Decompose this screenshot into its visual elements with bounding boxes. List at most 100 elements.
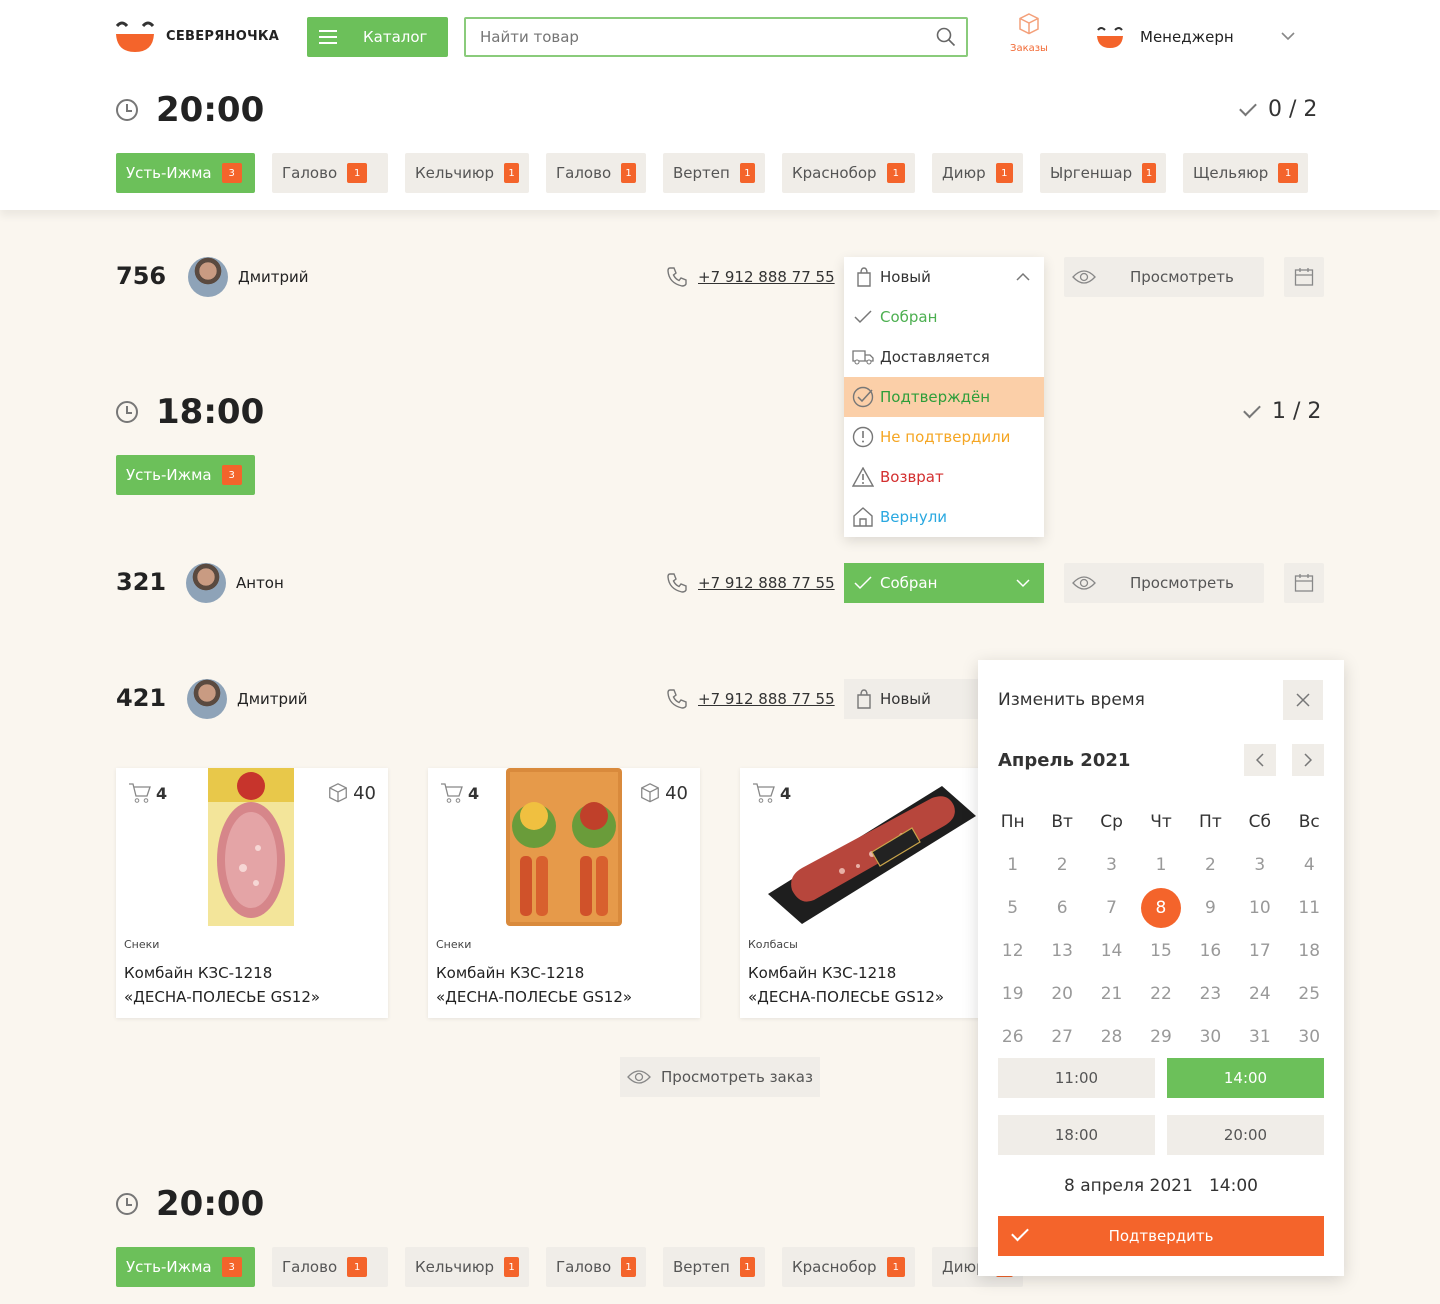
status-option-return[interactable]: Возврат (844, 457, 1044, 497)
clock-icon (116, 99, 138, 121)
calendar-day[interactable]: 27 (1037, 1027, 1086, 1047)
village-tag[interactable]: Галово 1 (272, 1247, 388, 1287)
calendar-day[interactable]: 22 (1136, 984, 1185, 1004)
village-tag[interactable]: Краснобор 1 (782, 1247, 915, 1287)
calendar-day[interactable]: 23 (1186, 984, 1235, 1004)
calendar-day[interactable]: 28 (1087, 1027, 1136, 1047)
village-tag[interactable]: Щельяюр 1 (1183, 153, 1308, 193)
confirm-button[interactable]: Подтвердить (998, 1216, 1324, 1256)
chevron-up-icon (1016, 272, 1030, 281)
village-tag[interactable]: Галово 1 (546, 153, 646, 193)
calendar-day[interactable]: 30 (1186, 1027, 1235, 1047)
calendar-day[interactable]: 29 (1136, 1027, 1185, 1047)
calendar-day[interactable]: 26 (988, 1027, 1037, 1047)
calendar-day[interactable]: 20 (1037, 984, 1086, 1004)
search-input[interactable] (480, 28, 920, 46)
view-button[interactable]: Просмотреть (1064, 563, 1264, 603)
village-tag[interactable]: Диюр 1 (932, 153, 1023, 193)
calendar-day[interactable]: 3 (1235, 855, 1284, 875)
calendar-day[interactable]: 1 (1136, 855, 1185, 875)
village-tag[interactable]: Галово 1 (546, 1247, 646, 1287)
calendar-day[interactable]: 24 (1235, 984, 1284, 1004)
calendar-day[interactable]: 16 (1186, 941, 1235, 961)
calendar-day[interactable]: 4 (1285, 855, 1334, 875)
view-button[interactable]: Просмотреть (1064, 257, 1264, 297)
calendar-day[interactable]: 13 (1037, 941, 1086, 961)
village-tag[interactable]: Ыргеншар 1 (1040, 153, 1166, 193)
village-tag[interactable]: Кельчиюр 1 (405, 153, 529, 193)
phone-link[interactable]: +7 912 888 77 55 (698, 574, 835, 592)
calendar-month: Апрель 2021 (998, 750, 1131, 771)
stock-count: 40 (353, 782, 376, 804)
product-card[interactable]: 4 Колбасы Комбайн КЗС-1218 «ДЕСНА-ПОЛЕСЬЕ… (740, 768, 1012, 1018)
village-tags: Усть-Ижма 3 Галово 1 Кельчиюр 1 Галово 1 Вер… (116, 153, 1308, 193)
status-option-assembled[interactable]: Собран (844, 297, 1044, 337)
view-order-button[interactable]: Просмотреть заказ (620, 1057, 820, 1097)
chevron-down-icon[interactable] (1280, 30, 1296, 42)
calendar-day[interactable]: 9 (1186, 898, 1235, 918)
village-tag[interactable]: Вертеп 1 (663, 1247, 765, 1287)
time-slot[interactable]: 11:00 (998, 1058, 1155, 1098)
search-icon[interactable] (936, 27, 956, 47)
prev-month-button[interactable] (1244, 744, 1276, 776)
calendar-day[interactable]: 15 (1136, 941, 1185, 961)
calendar-day[interactable]: 6 (1037, 898, 1086, 918)
orders-link[interactable]: Заказы (1004, 12, 1054, 54)
calendar-day[interactable]: 18 (1285, 941, 1334, 961)
village-tag[interactable]: Кельчиюр 1 (405, 1247, 529, 1287)
tag-count-badge: 1 (995, 163, 1013, 183)
calendar-day[interactable]: 17 (1235, 941, 1284, 961)
tag-label: Вертеп (673, 164, 730, 182)
time-slot[interactable]: 20:00 (1167, 1115, 1324, 1155)
calendar-day[interactable]: 5 (988, 898, 1037, 918)
calendar-day[interactable]: 7 (1087, 898, 1136, 918)
status-select[interactable]: Новый (844, 257, 1044, 297)
village-tag[interactable]: Вертеп 1 (663, 153, 765, 193)
calendar-day[interactable]: 21 (1087, 984, 1136, 1004)
customer-name: Антон (236, 574, 284, 592)
next-month-button[interactable] (1292, 744, 1324, 776)
calendar-button[interactable] (1284, 257, 1324, 297)
close-button[interactable] (1283, 680, 1323, 720)
check-icon (1243, 400, 1261, 419)
phone-link[interactable]: +7 912 888 77 55 (698, 690, 835, 708)
calendar-day[interactable]: 14 (1087, 941, 1136, 961)
calendar-day-selected[interactable]: 8 (1136, 887, 1185, 928)
calendar-day[interactable]: 31 (1235, 1027, 1284, 1047)
time-slot-selected[interactable]: 14:00 (1167, 1058, 1324, 1098)
village-tag[interactable]: Усть-Ижма 3 (116, 153, 255, 193)
calendar-button[interactable] (1284, 563, 1324, 603)
manager-name[interactable]: Менеджерн (1140, 28, 1234, 46)
village-tag[interactable]: Краснобор 1 (782, 153, 915, 193)
time-slot[interactable]: 18:00 (998, 1115, 1155, 1155)
calendar-day[interactable]: 2 (1037, 855, 1086, 875)
product-card[interactable]: 4 40 Снеки Комбайн КЗС-1218 «ДЕСНА-ПОЛЕСЬ… (116, 768, 388, 1018)
product-image (208, 768, 294, 926)
status-option-returned[interactable]: Вернули (844, 497, 1044, 537)
order-number: 756 (116, 262, 167, 290)
product-card[interactable]: 4 40 Снеки Комбайн КЗС-1218 «ДЕСНА-ПОЛЕСЬ… (428, 768, 700, 1018)
calendar-day[interactable]: 10 (1235, 898, 1284, 918)
phone-link[interactable]: +7 912 888 77 55 (698, 268, 835, 286)
group-time: 18:00 (156, 392, 265, 432)
status-option-delivering[interactable]: Доставляется (844, 337, 1044, 377)
calendar-day[interactable]: 19 (988, 984, 1037, 1004)
status-select[interactable]: Собран (844, 563, 1044, 603)
tag-count-badge: 3 (221, 163, 242, 183)
catalog-button[interactable]: Каталог (307, 17, 448, 57)
calendar-day[interactable]: 12 (988, 941, 1037, 961)
village-tag[interactable]: Галово 1 (272, 153, 388, 193)
calendar-day[interactable]: 30 (1285, 1027, 1334, 1047)
calendar-day[interactable]: 2 (1186, 855, 1235, 875)
status-option-not-confirmed[interactable]: Не подтвердили (844, 417, 1044, 457)
village-tag[interactable]: Усть-Ижма 3 (116, 1247, 255, 1287)
brand-name[interactable]: СЕВЕРЯНОЧКА (166, 29, 279, 44)
logo-icon[interactable] (115, 20, 155, 54)
village-tag[interactable]: Усть-Ижма 3 (116, 455, 255, 495)
calendar-day[interactable]: 25 (1285, 984, 1334, 1004)
summary-date: 8 апреля 2021 (1064, 1176, 1193, 1196)
calendar-day[interactable]: 11 (1285, 898, 1334, 918)
calendar-day[interactable]: 3 (1087, 855, 1136, 875)
status-option-confirmed[interactable]: Подтверждён (844, 377, 1044, 417)
calendar-day[interactable]: 1 (988, 855, 1037, 875)
